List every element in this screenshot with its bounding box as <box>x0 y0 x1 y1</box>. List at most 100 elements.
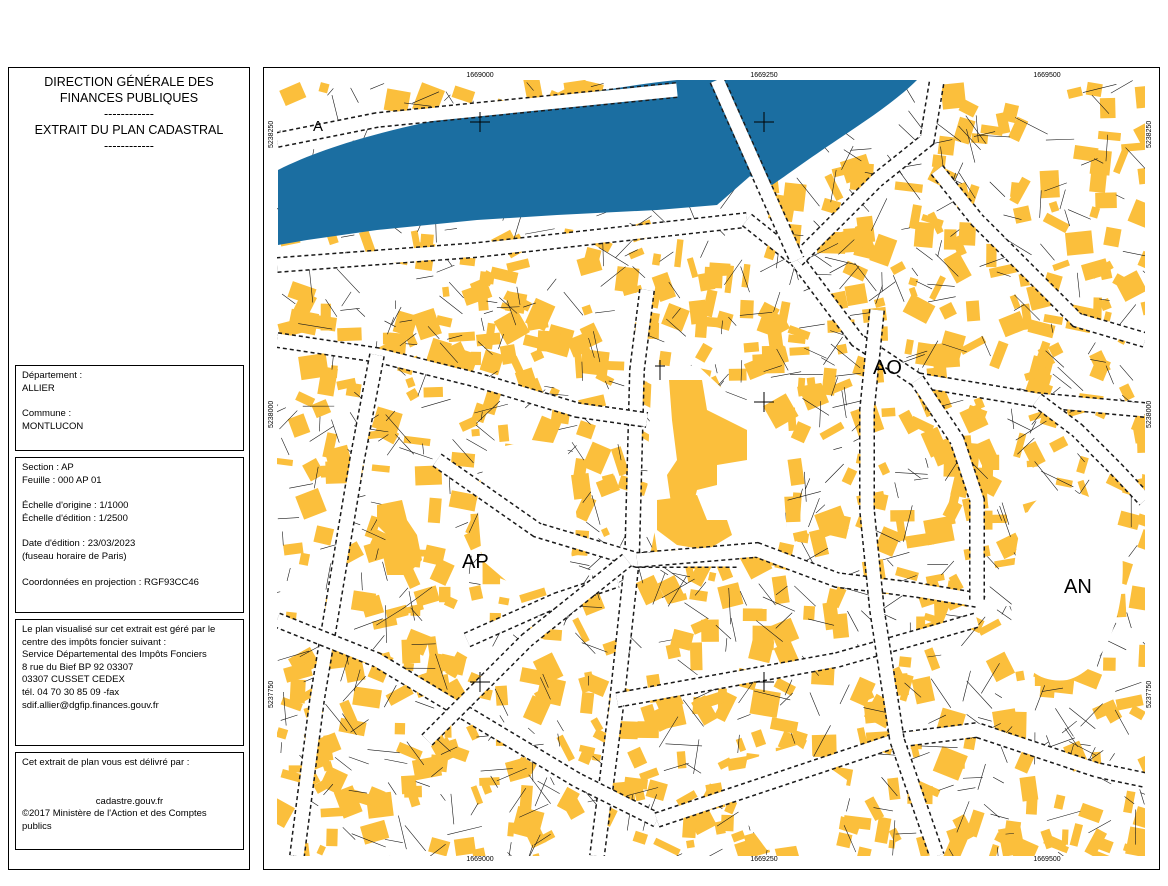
x-coord-bottom-2: 1669250 <box>750 856 778 863</box>
building <box>965 300 981 322</box>
service-box: Le plan visualisé sur cet extrait est gé… <box>15 619 244 746</box>
building <box>475 332 501 347</box>
building <box>345 382 362 398</box>
delivery-line-1: Cet extrait de plan vous est délivré par… <box>22 757 190 768</box>
building <box>728 368 747 381</box>
title-line-2: FINANCES PUBLIQUES <box>59 91 199 105</box>
building <box>676 751 687 769</box>
building <box>1039 170 1060 199</box>
building <box>448 331 476 343</box>
location-box: Département : ALLIER Commune : MONTLUCON <box>15 365 244 451</box>
service-line-1: Le plan visualisé sur cet extrait est gé… <box>22 624 216 635</box>
section-label-ao: AO <box>873 357 902 379</box>
building <box>580 691 595 715</box>
building <box>470 351 482 366</box>
y-coord-right-1: 5238250 <box>1146 120 1153 148</box>
building <box>330 365 338 379</box>
department-label: Département : <box>22 370 83 381</box>
building <box>1099 97 1116 119</box>
building <box>689 642 703 671</box>
y-coord-left-3: 5237750 <box>268 680 275 708</box>
building <box>719 266 728 277</box>
x-coord-top-2: 1669250 <box>750 72 778 79</box>
section-text: Section : AP <box>22 462 74 473</box>
building <box>298 352 329 381</box>
service-phone: tél. 04 70 30 85 09 -fax <box>22 686 120 698</box>
building <box>789 346 810 356</box>
building <box>749 688 781 718</box>
building <box>1095 192 1117 209</box>
section-label-an: AN <box>1064 576 1092 598</box>
department-value: ALLIER <box>22 382 55 394</box>
building <box>686 839 695 849</box>
building <box>658 350 672 367</box>
building <box>705 316 720 328</box>
delivery-copyright: ©2017 Ministère de l'Action et des Compt… <box>22 808 207 820</box>
x-coord-top-1: 1669000 <box>466 72 494 79</box>
building <box>1089 169 1108 193</box>
x-coord-top-3: 1669500 <box>1033 72 1061 79</box>
building <box>1015 670 1025 682</box>
y-coord-left-2: 5238000 <box>268 400 275 428</box>
building <box>856 215 876 244</box>
info-panel: DIRECTION GÉNÉRALE DES FINANCES PUBLIQUE… <box>8 67 250 870</box>
feuille-text: Feuille : 000 AP 01 <box>22 474 102 486</box>
building <box>682 815 697 839</box>
building <box>479 777 500 786</box>
timezone-text: (fuseau horaire de Paris) <box>22 550 127 562</box>
building <box>504 291 528 314</box>
x-coord-bottom-1: 1669000 <box>466 856 494 863</box>
y-coord-right-3: 5237750 <box>1146 680 1153 708</box>
building <box>401 639 421 664</box>
building <box>1103 657 1116 671</box>
building <box>797 377 806 389</box>
building <box>704 266 723 289</box>
commune-label: Commune : <box>22 408 72 420</box>
building <box>881 407 896 417</box>
building <box>688 299 708 325</box>
title-line-1: DIRECTION GÉNÉRALE DES <box>44 75 214 89</box>
y-coord-left-1: 5238250 <box>268 120 275 148</box>
building <box>984 510 993 530</box>
building <box>394 722 406 735</box>
building <box>937 135 956 156</box>
building <box>614 266 640 294</box>
building <box>423 386 444 398</box>
building <box>844 283 868 307</box>
building <box>320 303 331 331</box>
building <box>579 349 610 377</box>
building <box>427 497 442 524</box>
building <box>981 454 1000 471</box>
service-line-3: Service Départemental des Impôts Foncier… <box>22 649 207 661</box>
service-line-5: 03307 CUSSET CEDEX <box>22 674 125 686</box>
panel-header: DIRECTION GÉNÉRALE DES FINANCES PUBLIQUE… <box>9 74 249 154</box>
building <box>720 814 734 832</box>
title-separator-2: ------------ <box>104 139 154 153</box>
building <box>956 761 965 769</box>
building <box>477 293 489 311</box>
building <box>1136 433 1145 453</box>
projection-text: Coordonnées en projection : RGF93CC46 <box>22 576 199 588</box>
building <box>913 221 935 249</box>
building <box>898 656 912 668</box>
building <box>519 785 533 812</box>
title-separator: ------------ <box>104 107 154 121</box>
building <box>1085 81 1103 98</box>
delivery-site: cadastre.gouv.fr <box>95 795 164 807</box>
scale-edition-text: Échelle d'édition : 1/2500 <box>22 512 128 524</box>
building <box>806 377 816 388</box>
building <box>739 299 754 319</box>
service-line-4: 8 rue du Bief BP 92 03307 <box>22 661 134 673</box>
section-label-a: A <box>313 118 324 135</box>
building <box>831 613 850 639</box>
building <box>1064 230 1094 256</box>
building <box>743 342 760 353</box>
building <box>471 428 480 437</box>
building <box>326 828 338 847</box>
building <box>337 327 362 342</box>
delivery-box: Cet extrait de plan vous est délivré par… <box>15 752 244 850</box>
building <box>1138 644 1145 668</box>
service-line-2: centre des impôts foncier suivant : <box>22 636 167 648</box>
x-coord-bottom-3: 1669500 <box>1033 856 1061 863</box>
section-label-ap: AP <box>462 551 489 573</box>
